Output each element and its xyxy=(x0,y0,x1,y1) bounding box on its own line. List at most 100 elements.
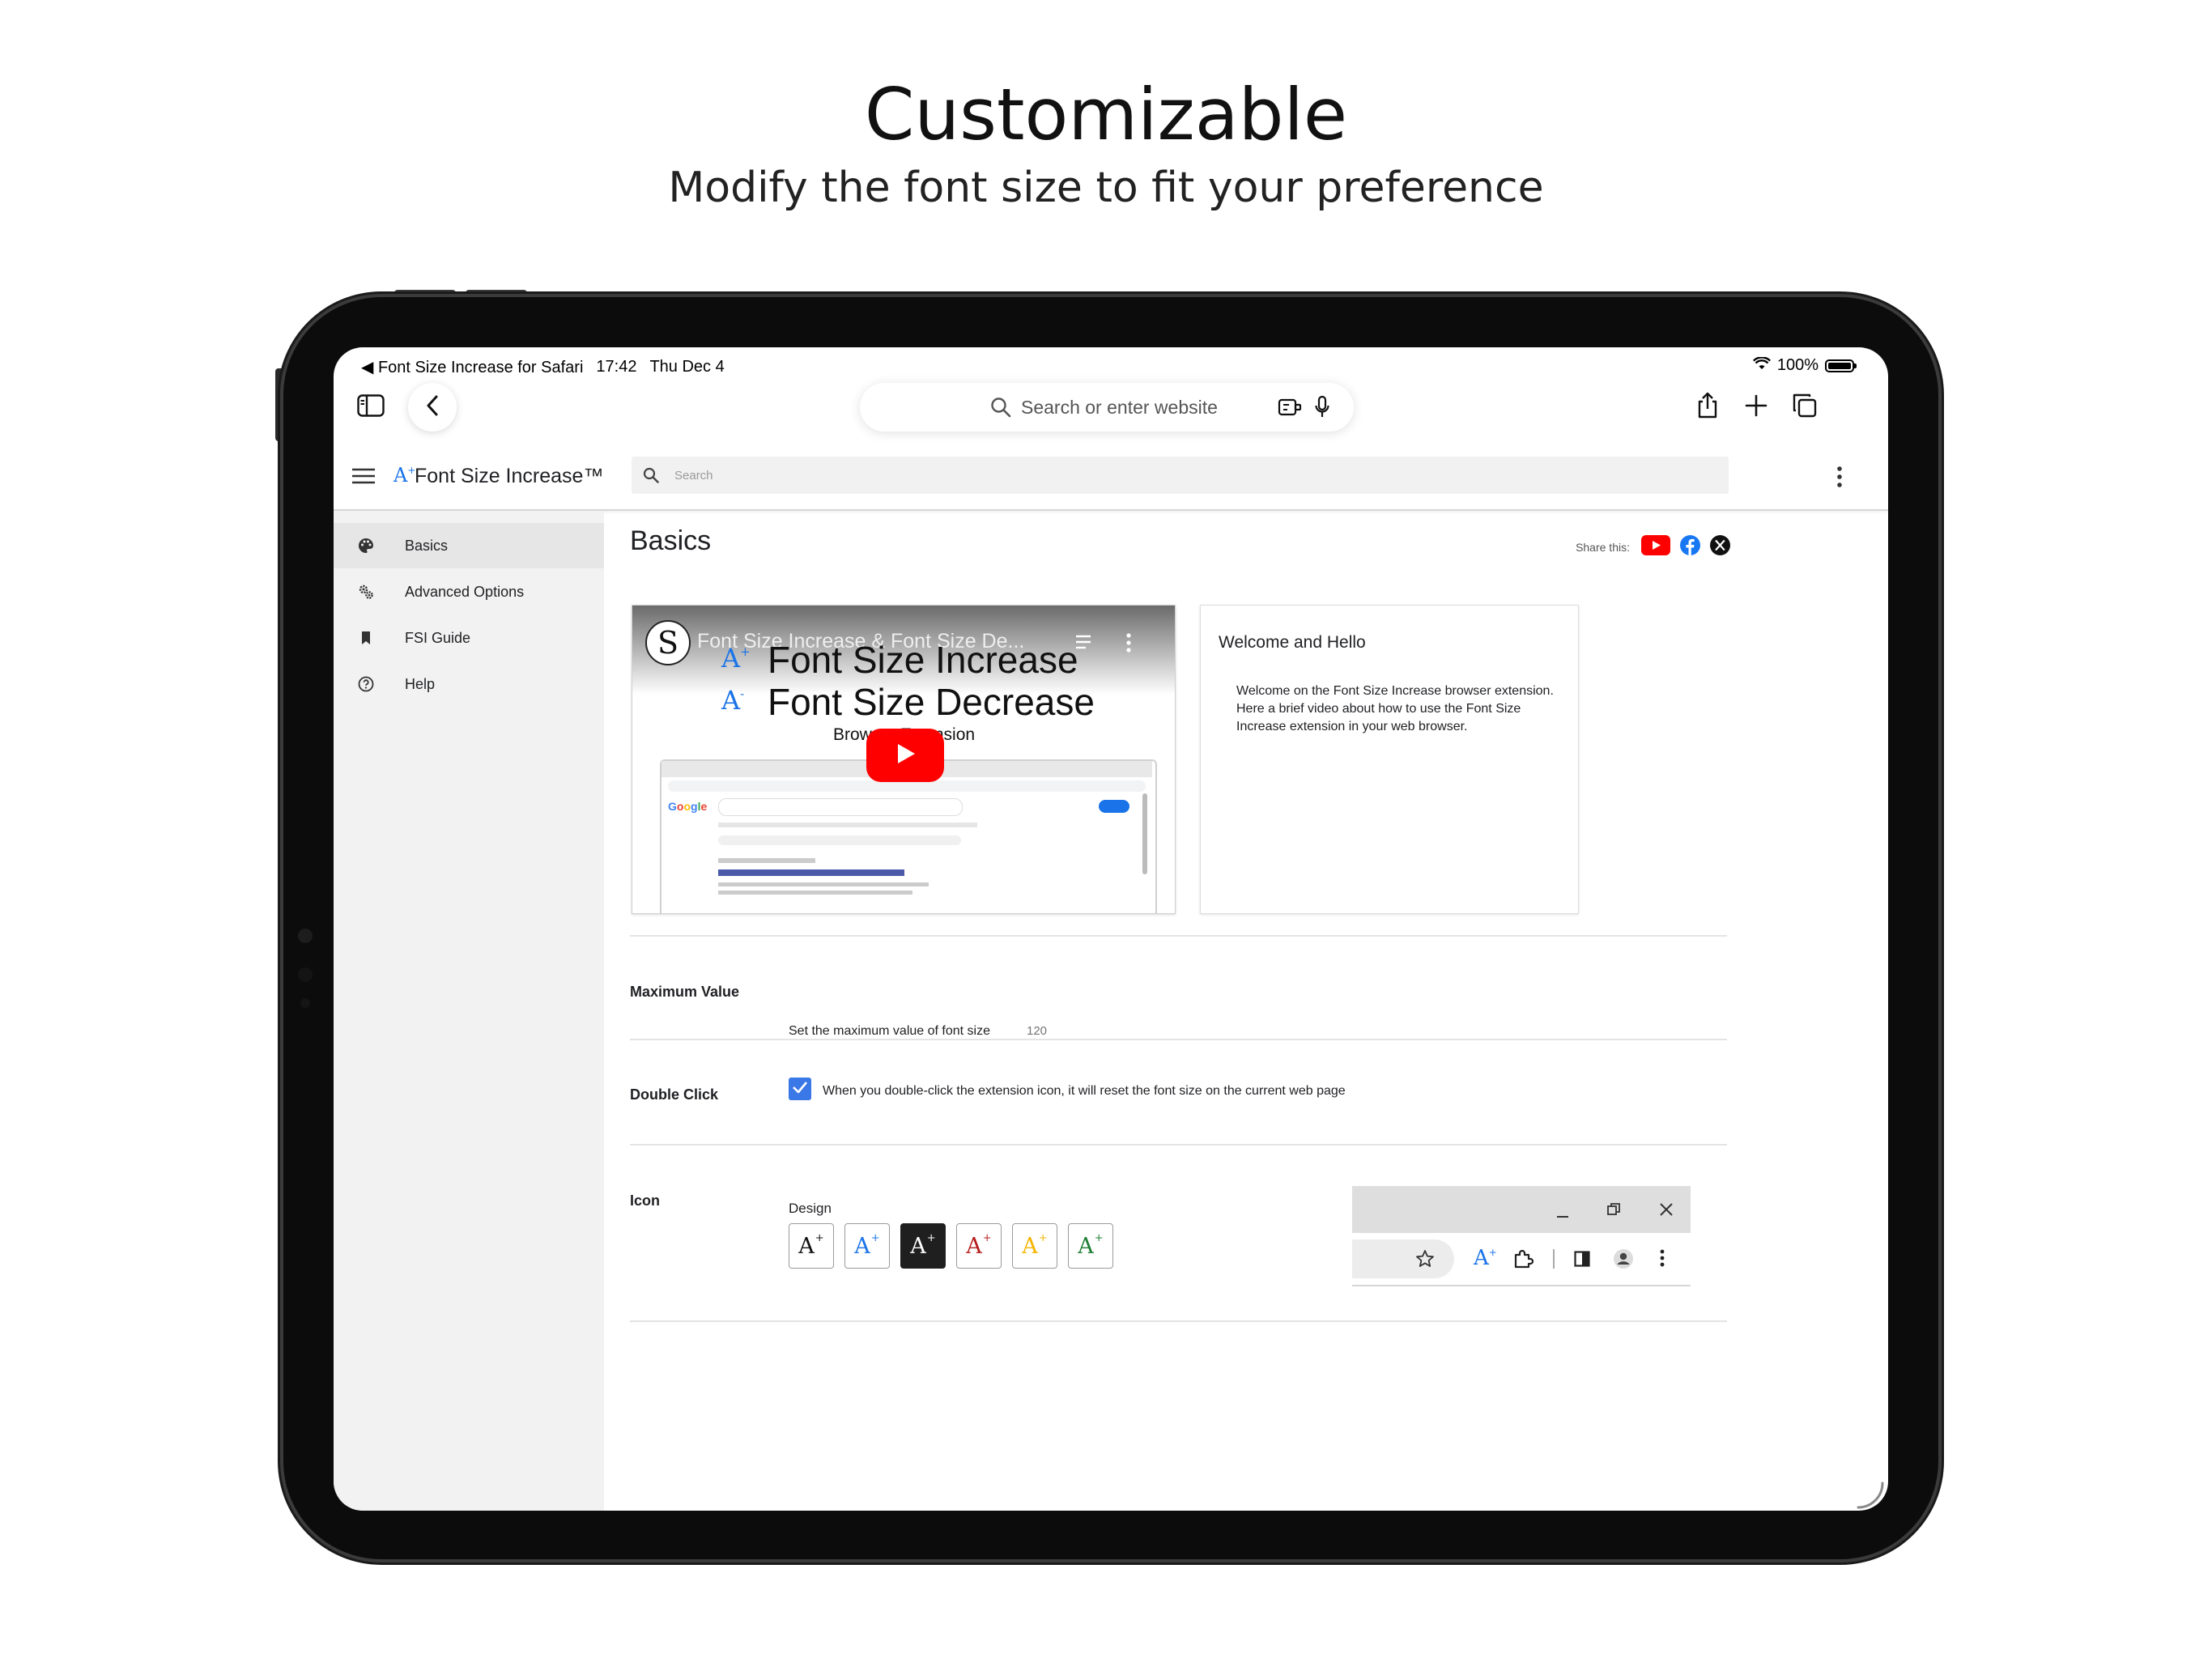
facebook-share-icon[interactable] xyxy=(1680,535,1700,559)
sidebar: Basics Advanced Options FSI Guide Help xyxy=(334,511,604,1511)
youtube-play-button[interactable] xyxy=(866,729,944,782)
status-bar: ◀ Font Size Increase for Safari 17:42 Th… xyxy=(334,347,1888,383)
share-bar: Share this: xyxy=(1576,535,1730,559)
icon-option-red[interactable]: A + xyxy=(956,1223,1002,1269)
welcome-title: Welcome and Hello xyxy=(1219,633,1366,652)
checkmark-icon xyxy=(792,1081,808,1098)
chrome-omnibox xyxy=(1352,1239,1454,1278)
battery-percent: 100% xyxy=(1776,356,1819,374)
icon-option-black[interactable]: A + xyxy=(789,1223,834,1269)
double-click-description: When you double-click the extension icon… xyxy=(823,1084,1346,1098)
icon-option-yellow[interactable]: A + xyxy=(1012,1223,1057,1269)
main-content: Basics Share this: S Font Size Increase … xyxy=(604,511,1888,1511)
minimize-icon xyxy=(1556,1208,1569,1222)
decrease-glyph-icon: A- xyxy=(721,685,745,716)
gears-icon xyxy=(358,584,374,600)
battery-icon xyxy=(1825,359,1857,372)
intro-video[interactable]: S Font Size Increase & Font Size De... A… xyxy=(632,605,1176,914)
section-divider xyxy=(630,1320,1727,1322)
tabs-overview-button[interactable] xyxy=(1780,383,1829,432)
plus-mark: + xyxy=(870,1231,880,1244)
sidebar-item-label: FSI Guide xyxy=(405,630,471,646)
plus-mark: + xyxy=(1038,1231,1048,1244)
app-header: A+ Font Size Increase™ Search xyxy=(334,444,1888,511)
profile-avatar-icon xyxy=(1613,1248,1634,1273)
share-label: Share this: xyxy=(1576,541,1630,554)
max-value-description: Set the maximum value of font size xyxy=(789,1024,990,1038)
back-to-app-link[interactable]: ◀ Font Size Increase for Safari xyxy=(361,357,583,377)
app-search-placeholder: Search xyxy=(674,469,713,483)
share-icon xyxy=(1696,392,1719,423)
youtube-share-icon[interactable] xyxy=(1641,535,1670,559)
increase-glyph-icon: A+ xyxy=(721,643,751,674)
chrome-toolbar-preview: A+ xyxy=(1352,1186,1691,1286)
more-vert-icon[interactable] xyxy=(1126,633,1131,657)
sidebar-icon xyxy=(357,393,385,421)
font-size-icon: A xyxy=(854,1233,870,1259)
app-search-input[interactable]: Search xyxy=(632,457,1729,494)
bookmark-icon xyxy=(358,630,374,646)
section-divider xyxy=(630,1144,1727,1146)
tabs-icon xyxy=(1792,393,1818,423)
microphone-icon[interactable] xyxy=(1314,395,1330,423)
sidebar-item-label: Advanced Options xyxy=(405,584,525,600)
sidebar-item-label: Help xyxy=(405,676,436,692)
playlist-icon xyxy=(1076,635,1095,653)
x-share-icon[interactable] xyxy=(1710,535,1730,559)
chevron-left-icon xyxy=(425,394,440,421)
plus-mark: + xyxy=(982,1231,992,1244)
font-size-extension-icon: A+ xyxy=(1474,1246,1497,1270)
toolbar-separator xyxy=(1553,1249,1555,1269)
play-icon xyxy=(893,742,917,770)
font-size-icon: A xyxy=(966,1233,982,1259)
video-thumbnail-browser: Google xyxy=(660,759,1157,913)
chrome-titlebar xyxy=(1352,1186,1691,1233)
extension-icon[interactable] xyxy=(1278,397,1302,421)
back-button[interactable] xyxy=(408,383,457,432)
status-time: 17:42 xyxy=(596,358,637,376)
font-size-icon: A xyxy=(1078,1233,1094,1259)
hero-subtitle: Modify the font size to fit your prefere… xyxy=(668,164,1544,212)
hero-title: Customizable xyxy=(864,73,1348,156)
share-button[interactable] xyxy=(1683,383,1732,432)
front-camera xyxy=(298,929,313,943)
address-bar[interactable]: Search or enter website xyxy=(860,383,1354,432)
plus-mark: + xyxy=(926,1231,936,1244)
hamburger-menu-icon[interactable] xyxy=(351,467,376,489)
plus-mark: + xyxy=(815,1231,824,1244)
sidebar-item-basics[interactable]: Basics xyxy=(334,523,604,568)
new-tab-button[interactable] xyxy=(1732,383,1780,432)
page-title: Basics xyxy=(630,525,712,556)
ipad-device: ◀ Font Size Increase for Safari 17:42 Th… xyxy=(280,294,1942,1562)
icon-option-dark[interactable]: A + xyxy=(900,1223,946,1269)
font-size-icon: A xyxy=(798,1233,815,1259)
plus-mark: + xyxy=(1094,1231,1104,1244)
sidebar-toggle-button[interactable] xyxy=(347,383,395,432)
sidebar-item-help[interactable]: Help xyxy=(334,661,604,707)
search-icon xyxy=(643,467,659,487)
icon-option-blue[interactable]: A + xyxy=(844,1223,890,1269)
side-panel-icon xyxy=(1574,1251,1590,1271)
more-vert-icon[interactable] xyxy=(1836,466,1843,492)
channel-avatar: S xyxy=(645,620,691,665)
video-line-decrease: Font Size Decrease xyxy=(768,681,1095,723)
more-vert-icon xyxy=(1660,1249,1665,1271)
restore-icon xyxy=(1606,1202,1621,1221)
help-circle-icon xyxy=(358,676,374,692)
sidebar-item-fsi-guide[interactable]: FSI Guide xyxy=(334,615,604,661)
resize-corner-icon xyxy=(1856,1481,1885,1511)
max-value-input[interactable] xyxy=(1022,1022,1077,1040)
icon-option-green[interactable]: A + xyxy=(1068,1223,1113,1269)
double-click-label: Double Click xyxy=(630,1086,719,1103)
wifi-icon xyxy=(1752,356,1771,375)
font-size-icon: A xyxy=(910,1233,926,1259)
video-line-increase: Font Size Increase xyxy=(768,639,1078,681)
ipad-screen: ◀ Font Size Increase for Safari 17:42 Th… xyxy=(334,347,1888,1511)
double-click-checkbox[interactable] xyxy=(789,1078,811,1100)
search-icon xyxy=(990,397,1011,422)
sensor-dot xyxy=(298,967,313,982)
star-icon xyxy=(1415,1249,1435,1273)
sidebar-item-advanced-options[interactable]: Advanced Options xyxy=(334,569,604,614)
puzzle-icon xyxy=(1512,1248,1534,1273)
max-value-label: Maximum Value xyxy=(630,984,740,1000)
